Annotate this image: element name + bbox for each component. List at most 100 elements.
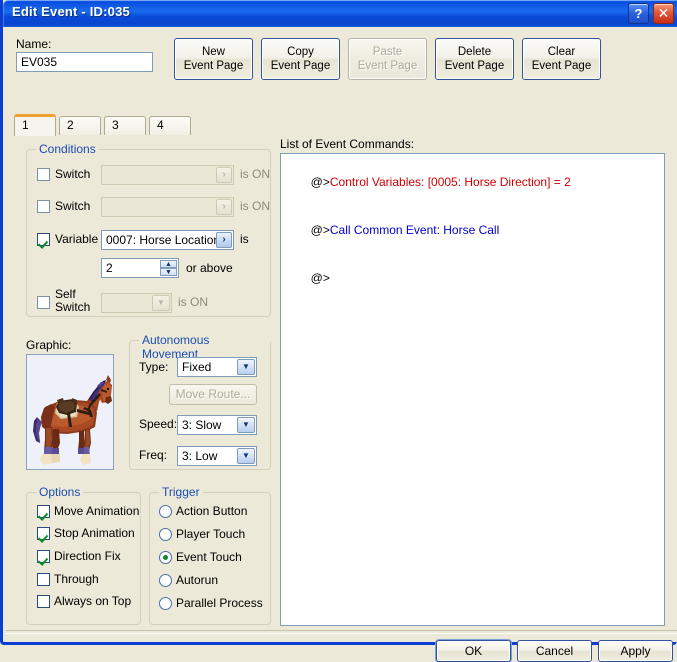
switch1-select: › [101, 165, 234, 185]
movement-type-label: Type: [139, 360, 169, 374]
self-switch-label-line2: Switch [55, 300, 91, 314]
tab-page-1[interactable]: 1 [14, 114, 56, 136]
option-always-on-top-checkbox[interactable] [37, 595, 50, 608]
new-event-page-button[interactable]: New Event Page [174, 38, 253, 80]
switch1-checkbox[interactable] [37, 168, 50, 181]
spinner-down-icon[interactable]: ▼ [160, 268, 177, 276]
clear-event-page-line2: Event Page [531, 60, 592, 72]
tab-page-3[interactable]: 3 [104, 116, 146, 135]
trigger-action-button-radio[interactable] [159, 505, 172, 518]
option-through-checkbox[interactable] [37, 573, 50, 586]
title-bar[interactable]: Edit Event - ID:035 ? ✕ [3, 0, 677, 27]
event-name-input[interactable] [16, 52, 153, 72]
switch2-browse-icon: › [216, 199, 232, 215]
trigger-parallel-process-radio[interactable] [159, 597, 172, 610]
variable-browse-icon[interactable]: › [216, 232, 232, 248]
list-item[interactable]: @>Control Variables: [0005: Horse Direct… [284, 158, 661, 206]
self-switch-select: ▼ [101, 293, 172, 313]
movement-speed-label: Speed: [139, 417, 178, 431]
movement-speed-chevron-down-icon[interactable]: ▼ [237, 417, 255, 433]
list-item[interactable]: @> [284, 254, 661, 302]
movement-type-value: Fixed [182, 360, 212, 374]
switch2-suffix: is ON [240, 199, 270, 213]
trigger-player-touch-radio[interactable] [159, 528, 172, 541]
trigger-player-touch-label: Player Touch [176, 527, 246, 541]
variable-amount-input[interactable]: 2 ▲ ▼ [101, 258, 179, 278]
trigger-event-touch-label: Event Touch [176, 550, 242, 564]
option-always-on-top-label: Always on Top [54, 594, 132, 608]
paste-event-page-line2: Event Page [357, 60, 418, 72]
copy-event-page-line2: Event Page [270, 60, 331, 72]
movement-freq-value: 3: Low [182, 449, 218, 463]
ok-button[interactable]: OK [436, 640, 511, 662]
option-through-label: Through [54, 572, 99, 586]
variable-select[interactable]: 0007: Horse Location › [101, 230, 234, 250]
command-prefix: @> [310, 175, 330, 189]
delete-event-page-line1: Delete [457, 46, 492, 58]
option-direction-fix-checkbox[interactable] [37, 550, 50, 563]
window-title: Edit Event - ID:035 [12, 4, 130, 19]
cancel-button[interactable]: Cancel [517, 640, 592, 662]
variable-label: Variable [55, 232, 99, 246]
command-text: Call Common Event: Horse Call [329, 223, 500, 237]
help-icon[interactable]: ? [628, 3, 649, 24]
variable-suffix: is [240, 232, 249, 246]
trigger-action-button-label: Action Button [176, 504, 248, 518]
clear-event-page-button[interactable]: Clear Event Page [522, 38, 601, 80]
movement-speed-value: 3: Slow [182, 418, 222, 432]
graphic-label: Graphic: [26, 338, 72, 352]
horse-sprite [33, 375, 112, 465]
paste-event-page-button: Paste Event Page [348, 38, 427, 80]
switch2-select: › [101, 197, 234, 217]
graphic-preview[interactable] [26, 354, 114, 470]
movement-speed-select[interactable]: 3: Slow ▼ [177, 415, 257, 435]
self-switch-chevron-down-icon: ▼ [152, 295, 170, 311]
conditions-title: Conditions [36, 142, 99, 156]
movement-type-select[interactable]: Fixed ▼ [177, 357, 257, 377]
event-commands-label: List of Event Commands: [280, 137, 415, 151]
paste-event-page-line1: Paste [372, 46, 403, 58]
movement-type-chevron-down-icon[interactable]: ▼ [237, 359, 255, 375]
movement-freq-select[interactable]: 3: Low ▼ [177, 446, 257, 466]
command-prefix: @> [310, 271, 330, 285]
option-move-animation-checkbox[interactable] [37, 505, 50, 518]
option-stop-animation-checkbox[interactable] [37, 527, 50, 540]
movement-freq-chevron-down-icon[interactable]: ▼ [237, 448, 255, 464]
spinner-up-icon[interactable]: ▲ [160, 260, 177, 268]
copy-event-page-line1: Copy [287, 46, 314, 58]
clear-event-page-line1: Clear [547, 46, 576, 58]
page-tabs: 1 2 3 4 [14, 114, 674, 136]
list-item[interactable]: @>Call Common Event: Horse Call [284, 206, 661, 254]
apply-button[interactable]: Apply [598, 640, 673, 662]
variable-value: 0007: Horse Location [106, 233, 221, 247]
self-switch-checkbox[interactable] [37, 296, 50, 309]
edit-event-dialog: Edit Event - ID:035 ? ✕ Name: New Event … [0, 0, 677, 662]
command-text: Control Variables: [0005: Horse Directio… [329, 175, 571, 189]
trigger-autorun-radio[interactable] [159, 574, 172, 587]
tab-page-2[interactable]: 2 [59, 116, 101, 135]
switch1-label: Switch [55, 167, 91, 181]
self-switch-label: Self Switch [55, 288, 90, 314]
delete-event-page-line2: Event Page [444, 60, 505, 72]
command-prefix: @> [310, 223, 330, 237]
trigger-parallel-process-label: Parallel Process [176, 596, 263, 610]
option-stop-animation-label: Stop Animation [54, 526, 135, 540]
copy-event-page-button[interactable]: Copy Event Page [261, 38, 340, 80]
option-move-animation-label: Move Animation [54, 504, 140, 518]
event-commands-list[interactable]: @>Control Variables: [0005: Horse Direct… [280, 153, 665, 626]
switch2-checkbox[interactable] [37, 200, 50, 213]
variable-checkbox[interactable] [37, 233, 50, 246]
variable-amount-suffix: or above [186, 261, 233, 275]
name-label: Name: [16, 37, 52, 51]
footer-separator [6, 630, 677, 634]
tab-page-4[interactable]: 4 [149, 116, 191, 135]
new-event-page-line2: Event Page [183, 60, 244, 72]
move-route-button: Move Route... [169, 384, 257, 405]
variable-amount-spinner[interactable]: ▲ ▼ [160, 260, 177, 276]
new-event-page-line1: New [201, 46, 225, 58]
variable-amount-value: 2 [106, 261, 113, 275]
delete-event-page-button[interactable]: Delete Event Page [435, 38, 514, 80]
trigger-event-touch-radio[interactable] [159, 551, 172, 564]
switch2-label: Switch [55, 199, 91, 213]
close-icon[interactable]: ✕ [653, 3, 674, 24]
